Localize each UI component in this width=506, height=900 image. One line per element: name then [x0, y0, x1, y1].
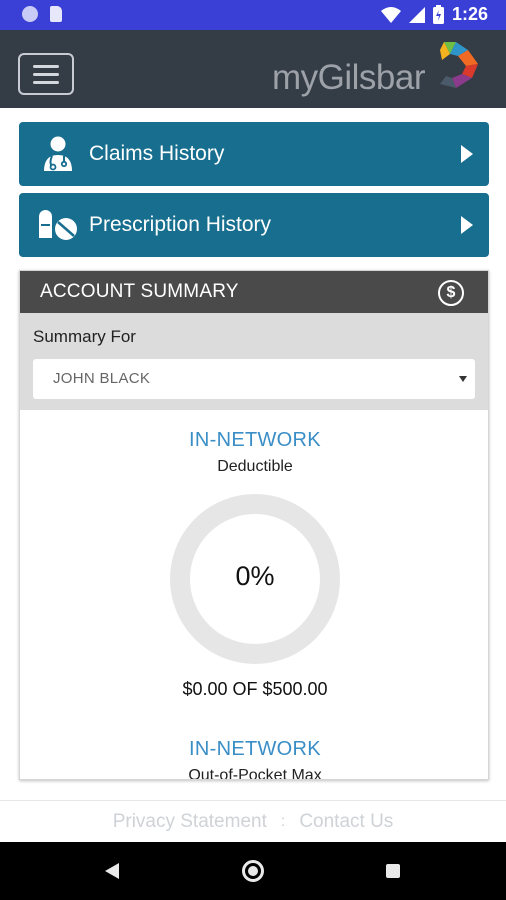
- menu-line: [33, 81, 59, 84]
- claims-history-button[interactable]: Claims History: [19, 122, 489, 186]
- menu-line: [33, 73, 59, 76]
- menu-line: [33, 65, 59, 68]
- prescription-history-label: Prescription History: [89, 213, 272, 236]
- caret-down-icon: [459, 376, 467, 382]
- clock-time: 1:26: [451, 4, 488, 24]
- recents-icon[interactable]: [386, 864, 400, 878]
- privacy-statement-link[interactable]: Privacy Statement: [113, 811, 267, 833]
- logo-text: myGilsbar: [272, 58, 426, 97]
- account-summary-title: ACCOUNT SUMMARY: [40, 281, 239, 302]
- dollar-icon: $: [438, 280, 464, 306]
- footer: Privacy Statement : Contact Us: [0, 800, 506, 842]
- contact-us-link[interactable]: Contact Us: [299, 811, 393, 833]
- metric-network-label: IN-NETWORK: [189, 429, 321, 451]
- account-summary-header: ACCOUNT SUMMARY $: [20, 271, 488, 313]
- claims-history-label: Claims History: [89, 142, 225, 165]
- deductible-amount: $0.00 OF $500.00: [182, 679, 328, 699]
- summary-for-label: Summary For: [33, 327, 136, 346]
- doctor-icon: [37, 133, 79, 175]
- mygilsbar-logo: myGilsbar: [272, 40, 486, 100]
- prescription-history-button[interactable]: Prescription History: [19, 193, 489, 257]
- wifi-icon: [380, 6, 401, 23]
- footer-separator: :: [280, 812, 286, 830]
- chevron-right-icon: [461, 216, 473, 234]
- status-bar: 1:26: [0, 0, 506, 30]
- member-select[interactable]: JOHN BLACK: [33, 359, 475, 399]
- app-bar: myGilsbar: [0, 30, 506, 108]
- account-summary-card: ACCOUNT SUMMARY $ Summary For JOHN BLACK…: [19, 270, 489, 780]
- pills-icon: [37, 204, 79, 246]
- battery-icon: [432, 5, 444, 24]
- back-icon[interactable]: [105, 863, 119, 879]
- main-content: Claims History Prescription History ACCO…: [0, 108, 506, 800]
- logo-mark-icon: [440, 42, 478, 88]
- metric-type-label: Deductible: [217, 458, 293, 475]
- notification-dot-icon: [22, 6, 38, 22]
- deductible-percent: 0%: [235, 561, 275, 591]
- signal-icon: [408, 6, 425, 23]
- sd-card-icon: [50, 6, 62, 22]
- system-nav-bar: [0, 842, 506, 900]
- metric-network-label: IN-NETWORK: [189, 738, 321, 760]
- home-icon[interactable]: [242, 860, 264, 882]
- member-select-value: JOHN BLACK: [53, 370, 151, 387]
- chevron-right-icon: [461, 145, 473, 163]
- metric-type-label: Out-of-Pocket Max: [188, 767, 322, 780]
- summary-for-section: Summary For JOHN BLACK: [20, 313, 488, 410]
- hamburger-menu-button[interactable]: [18, 53, 74, 95]
